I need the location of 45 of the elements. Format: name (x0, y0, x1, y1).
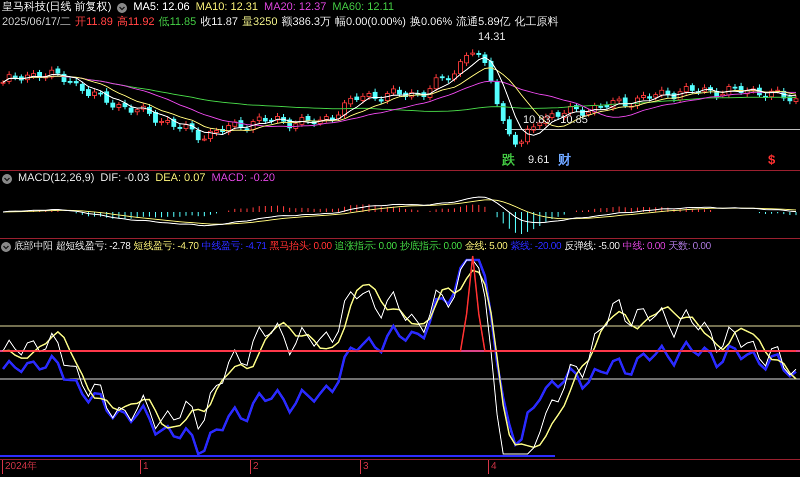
indicator-name: 底部中阳 (14, 240, 53, 253)
legend-value: 抄底指示: 0.00 (400, 240, 462, 253)
axis-label: 2 (250, 460, 259, 474)
signal-marker: 财 (558, 153, 571, 167)
legend-value: 天数: 0.00 (668, 240, 711, 253)
price-label: 9.61 (528, 154, 550, 166)
window-title: 皇马科技(日线 前复权) (2, 1, 112, 14)
legend-value: 额386.3万 (281, 16, 332, 29)
legend-value: 量3250 (242, 16, 278, 29)
axis-label: 2024年 (2, 460, 38, 474)
legend-value: MA10: 12.31 (196, 1, 258, 14)
signal-marker: $ (768, 153, 776, 167)
legend-value: 超短线盈亏: -2.78 (56, 240, 131, 253)
legend-value: 反弹线: -5.00 (564, 240, 620, 253)
axis-label: 4 (488, 460, 497, 474)
dropdown-icon[interactable] (1, 242, 11, 252)
signal-marker: 跌 (502, 153, 515, 167)
legend-value: 中线盈亏: -4.71 (202, 240, 267, 253)
legend-value: DIF: -0.03 (100, 172, 150, 185)
legend-value: 幅0.00(0.00%) (335, 16, 406, 29)
price-label: 14.31 (478, 31, 506, 43)
legend-value: 高11.92 (116, 16, 155, 29)
legend-value: 中线: 0.00 (622, 240, 666, 253)
legend-value: 换0.06% (410, 16, 452, 29)
dropdown-icon[interactable] (117, 2, 128, 12)
legend-value: MACD: -0.20 (211, 172, 276, 185)
dropdown-icon[interactable] (2, 174, 12, 184)
legend-value: 收11.87 (200, 16, 238, 29)
axis-label: 3 (360, 460, 369, 474)
legend-value: 黑马抬头: 0.00 (270, 240, 332, 253)
legend-value: 2025/06/17/二 (2, 16, 72, 29)
legend-value: MA20: 12.37 (264, 1, 326, 14)
indicator-name: MACD(12,26,9) (18, 172, 94, 185)
legend-value: 低11.85 (158, 16, 196, 29)
legend-value: 开11.89 (75, 16, 113, 29)
legend-value: 流通5.89亿 (456, 16, 511, 29)
legend-value: MA5: 12.06 (133, 1, 190, 14)
legend-value: 化工原料 (514, 16, 559, 29)
legend-value: MA60: 12.11 (332, 1, 394, 14)
legend-value: 短线盈亏: -4.70 (134, 240, 199, 253)
legend-value: 追涨指示: 0.00 (334, 240, 397, 253)
legend-value: DEA: 0.07 (155, 172, 206, 185)
legend-value: 紫线: -20.00 (510, 240, 562, 253)
axis-label: 1 (140, 460, 149, 474)
legend-value: 金线: 5.00 (464, 240, 508, 253)
